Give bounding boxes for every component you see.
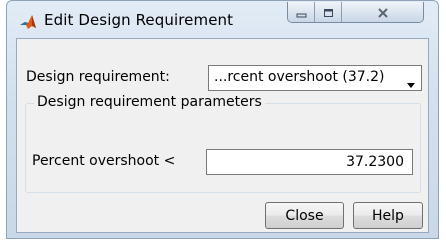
percent-overshoot-field[interactable]: 37.2300 [206, 149, 413, 175]
close-button[interactable]: Close [265, 202, 344, 229]
window-title: Edit Design Requirement [44, 11, 234, 29]
close-icon [377, 3, 389, 22]
design-requirement-label: Design requirement: [26, 69, 170, 85]
maximize-button[interactable] [315, 2, 342, 22]
design-requirement-value: ...rcent overshoot (37.2) [214, 69, 385, 85]
maximize-icon [323, 3, 334, 22]
dialog-window: Edit Design Requirement Design requireme… [6, 0, 439, 239]
percent-overshoot-value: 37.2300 [346, 154, 404, 170]
help-button[interactable]: Help [353, 202, 423, 229]
chevron-down-icon [405, 75, 417, 88]
minimize-icon [296, 3, 307, 22]
matlab-logo-icon [19, 14, 37, 30]
design-requirement-dropdown[interactable]: ...rcent overshoot (37.2) [208, 65, 422, 91]
group-title: Design requirement parameters [34, 94, 265, 110]
parameters-group: Design requirement parameters [25, 94, 421, 193]
percent-overshoot-label: Percent overshoot < [32, 153, 176, 169]
title-bar[interactable]: Edit Design Requirement [7, 1, 438, 38]
close-window-button[interactable] [342, 2, 423, 22]
minimize-button[interactable] [288, 2, 315, 22]
dialog-content: Design requirement: ...rcent overshoot (… [16, 38, 429, 233]
caption-buttons [287, 2, 424, 23]
